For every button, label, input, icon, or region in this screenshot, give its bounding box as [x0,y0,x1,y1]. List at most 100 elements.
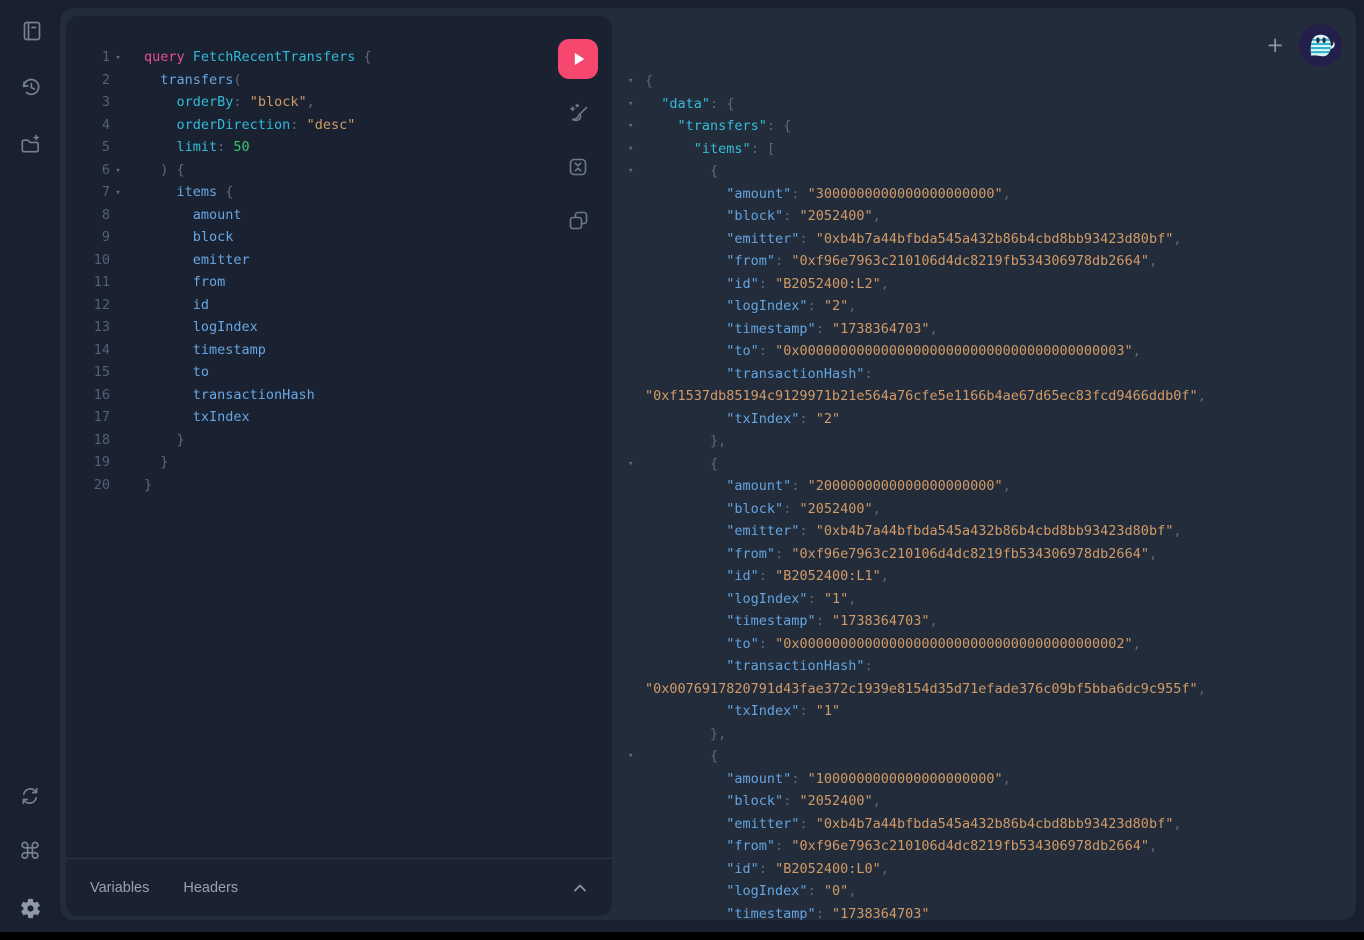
fold-gutter [628,565,645,588]
prettify-query-icon[interactable] [564,100,592,133]
code-line[interactable]: 2 transfers( [80,69,538,92]
ghost-logo [1299,24,1342,67]
code-line[interactable]: 12 id [80,294,538,317]
command-glyph: ⌘ [19,840,42,864]
fold-toggle-icon[interactable]: ▾ [628,115,645,138]
code-line[interactable]: 10 emitter [80,249,538,272]
line-number: 5 [80,136,110,159]
code-line[interactable]: 18 } [80,429,538,452]
response-line: "logIndex": "1", [628,588,1344,611]
response-line: "to": "0x0000000000000000000000000000000… [628,340,1344,363]
response-line: ▾ { [628,453,1344,476]
fold-gutter [628,610,645,633]
fold-gutter [110,384,126,407]
copy-query-icon[interactable] [564,206,592,239]
response-line: "timestamp": "1738364703" [628,903,1344,921]
code-line[interactable]: 9 block [80,226,538,249]
fold-gutter [110,114,126,137]
response-line: "emitter": "0xb4b7a44bfbda545a432b86b4cb… [628,520,1344,543]
refetch-schema-icon[interactable] [18,784,42,808]
tab-variables[interactable]: Variables [90,880,149,896]
response-line: "id": "B2052400:L2", [628,273,1344,296]
history-icon[interactable] [18,75,42,99]
fold-gutter [110,271,126,294]
response-line: "emitter": "0xb4b7a44bfbda545a432b86b4cb… [628,813,1344,836]
code-line[interactable]: 11 from [80,271,538,294]
code-line[interactable]: 5 limit: 50 [80,136,538,159]
response-line: "txIndex": "2" [628,408,1344,431]
fold-toggle-icon[interactable]: ▾ [110,181,126,204]
fold-gutter [628,768,645,791]
fold-gutter [628,813,645,836]
fold-gutter [628,228,645,251]
fold-toggle-icon[interactable]: ▾ [628,93,645,116]
code-line[interactable]: 15 to [80,361,538,384]
merge-fragments-icon[interactable] [564,153,592,186]
response-pane: ▾{▾ "data": {▾ "transfers": {▾ "items": … [618,8,1356,920]
add-tab-button[interactable]: + [1266,35,1284,56]
response-line: ▾ "items": [ [628,138,1344,161]
response-line: "to": "0x0000000000000000000000000000000… [628,633,1344,656]
response-line: "from": "0xf96e7963c210106d4dc8219fb5343… [628,250,1344,273]
code-line[interactable]: 13 logIndex [80,316,538,339]
code-line[interactable]: 7▾ items { [80,181,538,204]
fold-gutter [628,700,645,723]
fold-gutter [110,69,126,92]
code-line[interactable]: 8 amount [80,204,538,227]
line-number: 2 [80,69,110,92]
response-line: ▾ "data": { [628,93,1344,116]
response-line: "logIndex": "2", [628,295,1344,318]
open-collection-folder-plus-icon[interactable] [18,132,42,156]
fold-toggle-icon[interactable]: ▾ [628,453,645,476]
line-number: 7 [80,181,110,204]
code-line[interactable]: 20} [80,474,538,497]
response-line: "amount": "2000000000000000000000", [628,475,1344,498]
fold-toggle-icon[interactable]: ▾ [110,46,126,69]
graphiql-session: 1▾query FetchRecentTransfers {2 transfer… [60,8,1356,920]
editor-toolbar [558,39,598,239]
fold-gutter [110,339,126,362]
code-line[interactable]: 17 txIndex [80,406,538,429]
fold-gutter [110,226,126,249]
response-line: "from": "0xf96e7963c210106d4dc8219fb5343… [628,835,1344,858]
collapse-chevron-up-icon[interactable] [572,882,588,894]
fold-gutter [628,475,645,498]
fold-gutter [110,474,126,497]
response-line: ▾{ [628,70,1344,93]
fold-gutter [628,318,645,341]
code-line[interactable]: 19 } [80,451,538,474]
code-line[interactable]: 16 transactionHash [80,384,538,407]
response-line: "amount": "1000000000000000000000", [628,768,1344,791]
code-line[interactable]: 14 timestamp [80,339,538,362]
query-editor-lines[interactable]: 1▾query FetchRecentTransfers {2 transfer… [80,46,538,496]
line-number: 4 [80,114,110,137]
line-number: 13 [80,316,110,339]
tab-headers[interactable]: Headers [183,880,238,896]
fold-toggle-icon[interactable]: ▾ [628,160,645,183]
fold-gutter [628,835,645,858]
response-line: "amount": "3000000000000000000000", [628,183,1344,206]
response-line: ▾ "transfers": { [628,115,1344,138]
execute-query-button[interactable] [558,39,598,79]
fold-gutter [110,429,126,452]
code-line[interactable]: 3 orderBy: "block", [80,91,538,114]
settings-gear-icon[interactable] [18,896,42,920]
secondary-editor-bar: Variables Headers [66,858,612,916]
fold-toggle-icon[interactable]: ▾ [628,138,645,161]
fold-toggle-icon[interactable]: ▾ [628,745,645,768]
fold-gutter [628,273,645,296]
fold-toggle-icon[interactable]: ▾ [110,159,126,182]
docs-icon[interactable] [18,18,42,42]
response-line: "block": "2052400", [628,790,1344,813]
line-number: 10 [80,249,110,272]
line-number: 14 [80,339,110,362]
code-line[interactable]: 1▾query FetchRecentTransfers { [80,46,538,69]
code-line[interactable]: 6▾ ) { [80,159,538,182]
fold-gutter [628,363,645,408]
fold-gutter [628,633,645,656]
response-line: "id": "B2052400:L1", [628,565,1344,588]
keyboard-shortcuts-icon[interactable]: ⌘ [18,840,42,864]
fold-toggle-icon[interactable]: ▾ [628,70,645,93]
line-number: 9 [80,226,110,249]
code-line[interactable]: 4 orderDirection: "desc" [80,114,538,137]
